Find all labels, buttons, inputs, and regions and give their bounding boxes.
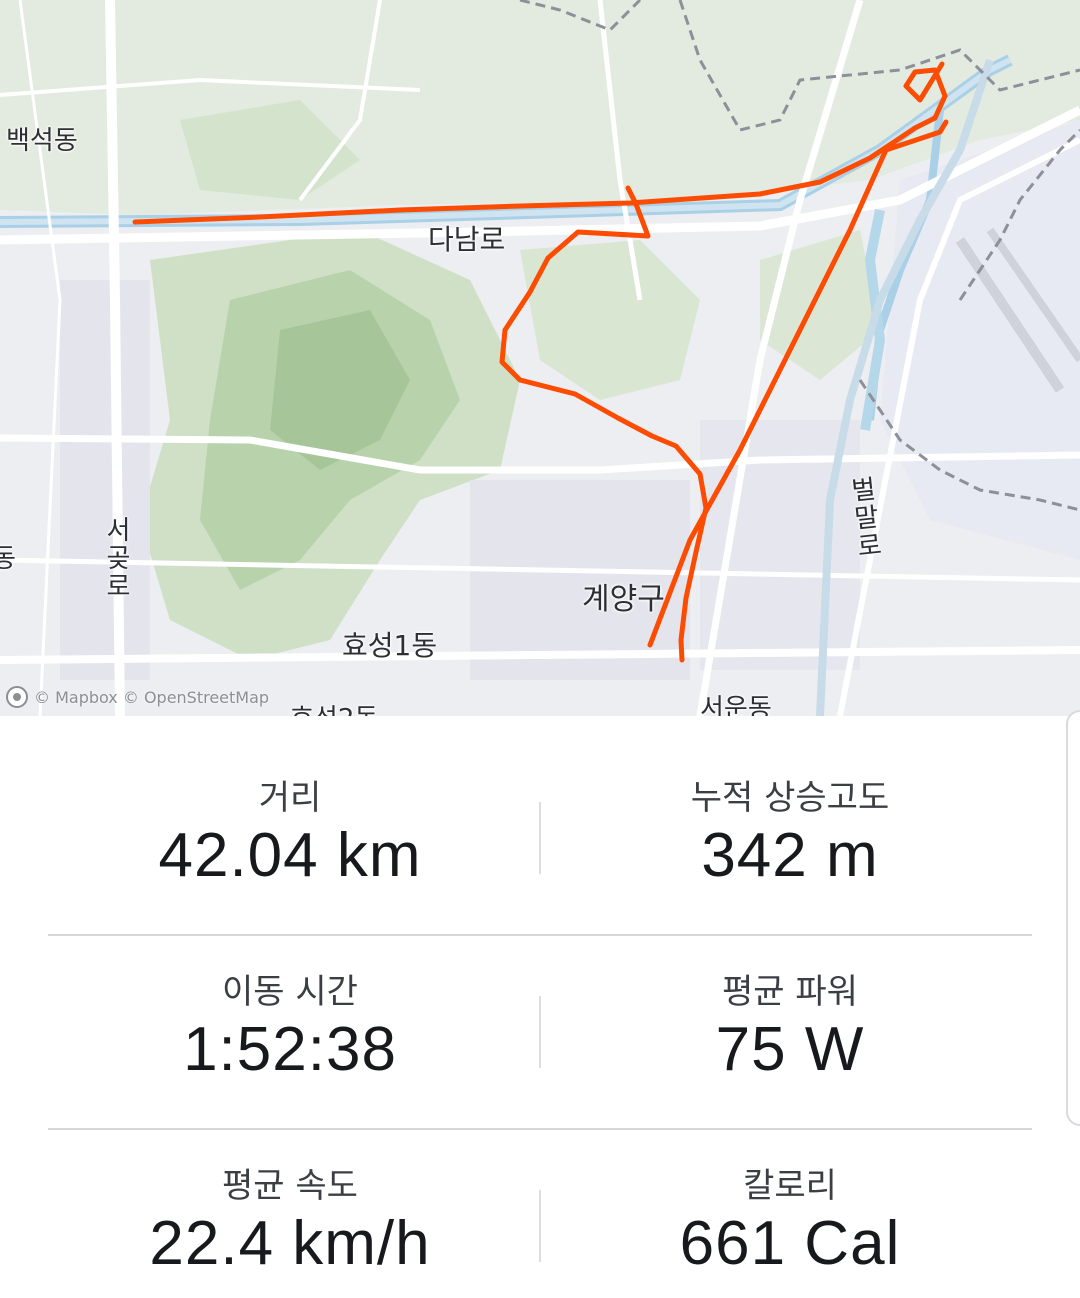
mapbox-logo-icon [6,686,28,708]
stat-avg-speed-label: 평균 속도 [222,1166,358,1206]
stat-elevation-gain-value: 342 m [701,821,879,890]
stat-avg-speed-value: 22.4 km/h [149,1209,431,1278]
stat-calories: 칼로리 661 Cal [540,1104,1040,1298]
stat-distance: 거리 42.04 km [40,716,540,910]
stat-avg-power-value: 75 W [715,1015,865,1084]
stat-distance-label: 거리 [258,778,322,818]
map-background [0,0,1080,716]
map-label-seogot-ro: 서곶로 [101,516,131,600]
stat-moving-time: 이동 시간 1:52:38 [40,910,540,1104]
stat-calories-label: 칼로리 [743,1166,837,1206]
stat-avg-power-label: 평균 파워 [722,972,858,1012]
stat-distance-value: 42.04 km [158,821,422,890]
map-label-baekseok: 백석동 [6,126,78,156]
stat-moving-time-value: 1:52:38 [183,1015,397,1084]
stat-elevation-gain: 누적 상승고도 342 m [540,716,1040,910]
stats-row-2: 이동 시간 1:52:38 평균 파워 75 W [0,910,1080,1104]
stat-avg-power: 평균 파워 75 W [540,910,1040,1104]
map-label-seoun-dong: 서운동 [700,694,772,716]
stat-elevation-gain-label: 누적 상승고도 [690,778,890,818]
stat-moving-time-label: 이동 시간 [222,972,358,1012]
map-label-edge-dong: 동 [0,544,16,574]
map-label-gyeyang-gu: 계양구 [582,582,665,617]
map-attribution[interactable]: © Mapbox © OpenStreetMap [6,686,269,708]
route-map[interactable]: 백석동 다남로 서곶로 계양구 효성1동 효성2동 서운동 벌말로 동 © Ma… [0,0,1080,716]
activity-stats-panel: 거리 42.04 km 누적 상승고도 342 m 이동 시간 1:52:38 … [0,716,1080,1296]
stats-row-3: 평균 속도 22.4 km/h 칼로리 661 Cal [0,1104,1080,1298]
map-label-hyoseong-2dong: 효성2동 [290,698,378,716]
attribution-text: © Mapbox © OpenStreetMap [34,687,270,707]
stats-row-1: 거리 42.04 km 누적 상승고도 342 m [0,716,1080,910]
map-label-hyoseong-1dong: 효성1동 [342,629,438,662]
stat-calories-value: 661 Cal [679,1209,901,1278]
side-drawer-handle[interactable] [1066,710,1080,1126]
map-label-danam-ro: 다남로 [428,223,506,256]
stat-avg-speed: 평균 속도 22.4 km/h [40,1104,540,1298]
